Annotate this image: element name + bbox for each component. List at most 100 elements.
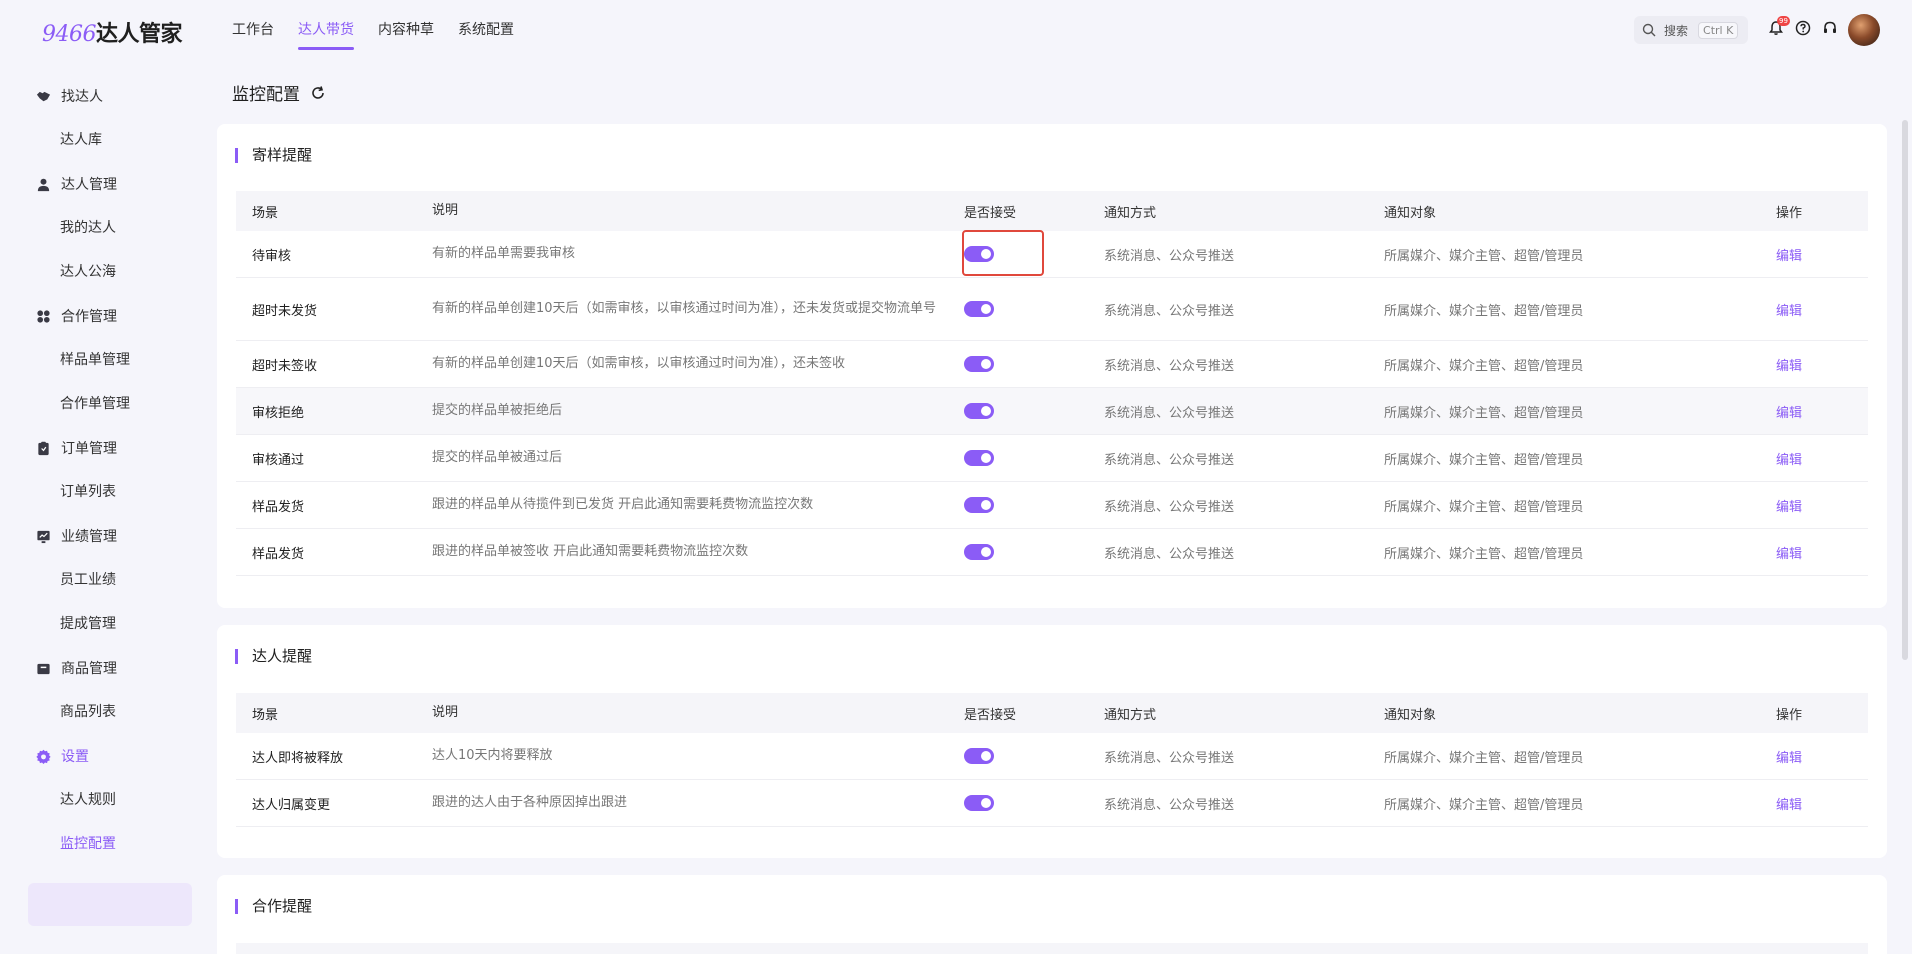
box-icon — [37, 663, 50, 674]
cell-desc: 提交的样品单被通过后 — [432, 450, 563, 465]
col-desc: 说明 — [432, 203, 459, 218]
table-header: 场景 说明 是否接受 通知方式 通知对象 操作 — [236, 693, 1868, 733]
table-row: 待审核 有新的样品单需要我审核 系统消息、公众号推送 所属媒介、媒介主管、超管/… — [236, 231, 1868, 278]
grid-icon — [37, 309, 50, 323]
cell-method: 系统消息、公众号推送 — [1104, 797, 1235, 813]
sidebar-item-staff-performance[interactable]: 员工业绩 — [60, 568, 116, 592]
cell-scene: 达人归属变更 — [252, 797, 331, 813]
sidebar-group-order-mgmt[interactable]: 订单管理 — [36, 436, 117, 460]
section-card-cooperation-reminder: 合作提醒 — [217, 875, 1887, 954]
logo[interactable]: 9466达人管家 — [42, 16, 183, 48]
search-box[interactable]: 搜索 Ctrl K — [1634, 16, 1748, 44]
cell-desc: 跟进的样品单被签收 开启此通知需要耗费物流监控次数 — [432, 544, 749, 559]
accept-toggle[interactable] — [964, 450, 994, 466]
sidebar-active-bg — [28, 883, 192, 926]
sidebar-item-influencer-pool[interactable]: 达人公海 — [60, 260, 116, 284]
logo-text: 达人管家 — [96, 22, 183, 47]
table-row: 样品发货 跟进的样品单从待揽件到已发货 开启此通知需要耗费物流监控次数 系统消息… — [236, 482, 1868, 529]
accept-toggle[interactable] — [964, 403, 994, 419]
accept-toggle[interactable] — [964, 356, 994, 372]
sidebar-group-product-mgmt[interactable]: 商品管理 — [36, 656, 117, 680]
accept-toggle[interactable] — [964, 497, 994, 513]
sidebar: 找达人 达人库 达人管理 我的达人 达人公海 合作管理 样品单管理 合作单管理 … — [0, 60, 206, 954]
edit-link[interactable]: 编辑 — [1776, 794, 1868, 813]
cell-accept — [964, 497, 1104, 513]
sidebar-item-commission-mgmt[interactable]: 提成管理 — [60, 612, 116, 636]
cell-method: 系统消息、公众号推送 — [1104, 546, 1235, 562]
edit-link[interactable]: 编辑 — [1776, 747, 1868, 766]
gear-icon — [36, 749, 51, 764]
cell-desc: 达人10天内将要释放 — [432, 748, 553, 763]
sidebar-item-my-influencers[interactable]: 我的达人 — [60, 216, 116, 240]
search-shortcut: Ctrl K — [1698, 21, 1739, 39]
col-target: 通知对象 — [1384, 205, 1437, 221]
table-header — [236, 943, 1868, 954]
nav-content-seeding[interactable]: 内容种草 — [378, 0, 434, 60]
table-row: 达人归属变更 跟进的达人由于各种原因掉出跟进 系统消息、公众号推送 所属媒介、媒… — [236, 780, 1868, 827]
logo-number: 9466 — [42, 22, 97, 47]
headset-icon[interactable] — [1822, 20, 1840, 38]
accept-toggle[interactable] — [964, 301, 994, 317]
sidebar-group-performance-mgmt[interactable]: 业绩管理 — [36, 524, 117, 548]
sidebar-item-influencer-rules[interactable]: 达人规则 — [60, 788, 116, 812]
scrollbar[interactable] — [1902, 120, 1908, 660]
sidebar-item-cooperation-orders[interactable]: 合作单管理 — [60, 392, 130, 416]
edit-link[interactable]: 编辑 — [1776, 402, 1868, 421]
edit-link[interactable]: 编辑 — [1776, 449, 1868, 468]
avatar[interactable] — [1848, 14, 1880, 46]
cell-accept — [964, 450, 1104, 466]
sidebar-group-find-influencer[interactable]: 找达人 — [36, 84, 103, 108]
cell-accept — [964, 544, 1104, 560]
nav-influencer-sales[interactable]: 达人带货 — [298, 0, 354, 60]
sidebar-group-label: 找达人 — [61, 89, 103, 105]
table-row: 审核通过 提交的样品单被通过后 系统消息、公众号推送 所属媒介、媒介主管、超管/… — [236, 435, 1868, 482]
edit-link[interactable]: 编辑 — [1776, 245, 1868, 264]
search-label: 搜索 — [1664, 23, 1689, 38]
sidebar-item-product-list[interactable]: 商品列表 — [60, 700, 116, 724]
nav-workbench[interactable]: 工作台 — [232, 0, 274, 60]
cell-target: 所属媒介、媒介主管、超管/管理员 — [1384, 452, 1584, 468]
help-icon[interactable] — [1795, 20, 1813, 38]
nav-system-config[interactable]: 系统配置 — [458, 0, 514, 60]
sidebar-group-cooperation-mgmt[interactable]: 合作管理 — [36, 304, 117, 328]
cell-scene: 达人即将被释放 — [252, 750, 344, 766]
handshake-icon — [36, 91, 51, 101]
edit-link[interactable]: 编辑 — [1776, 496, 1868, 515]
table-row: 超时未发货 有新的样品单创建10天后（如需审核，以审核通过时间为准），还未发货或… — [236, 278, 1868, 341]
cell-target: 所属媒介、媒介主管、超管/管理员 — [1384, 750, 1584, 766]
accept-toggle[interactable] — [964, 748, 994, 764]
edit-link[interactable]: 编辑 — [1776, 355, 1868, 374]
edit-link[interactable]: 编辑 — [1776, 300, 1868, 319]
edit-link[interactable]: 编辑 — [1776, 543, 1868, 562]
cell-scene: 样品发货 — [252, 546, 305, 562]
sidebar-group-settings[interactable]: 设置 — [36, 744, 89, 768]
bell-icon[interactable]: 99 — [1768, 16, 1790, 38]
refresh-icon[interactable] — [310, 85, 326, 101]
col-method: 通知方式 — [1104, 707, 1157, 723]
cell-desc: 有新的样品单需要我审核 — [432, 246, 576, 261]
cell-accept — [964, 795, 1104, 811]
cell-desc: 有新的样品单创建10天后（如需审核，以审核通过时间为准），还未签收 — [432, 356, 846, 371]
clipboard-icon — [38, 441, 49, 455]
top-nav: 工作台 达人带货 内容种草 系统配置 — [232, 0, 538, 60]
cell-desc: 跟进的样品单从待揽件到已发货 开启此通知需要耗费物流监控次数 — [432, 497, 814, 512]
notification-badge: 99 — [1777, 16, 1790, 26]
cell-scene: 超时未发货 — [252, 303, 318, 319]
section-title: 达人提醒 — [235, 649, 312, 664]
cell-target: 所属媒介、媒介主管、超管/管理员 — [1384, 358, 1584, 374]
reminder-table: 场景 说明 是否接受 通知方式 通知对象 操作 达人即将被释放 达人10天内将要… — [236, 693, 1868, 827]
cell-method: 系统消息、公众号推送 — [1104, 248, 1235, 264]
col-scene: 场景 — [252, 205, 279, 221]
sidebar-item-sample-orders[interactable]: 样品单管理 — [60, 348, 130, 372]
accept-toggle[interactable] — [964, 246, 994, 262]
sidebar-group-influencer-mgmt[interactable]: 达人管理 — [36, 172, 117, 196]
sidebar-item-monitor-config[interactable]: 监控配置 — [60, 832, 116, 856]
page-title-text: 监控配置 — [232, 85, 300, 105]
sidebar-item-influencer-library[interactable]: 达人库 — [60, 128, 102, 152]
cell-scene: 审核拒绝 — [252, 405, 305, 421]
sidebar-item-order-list[interactable]: 订单列表 — [60, 480, 116, 504]
accept-toggle[interactable] — [964, 795, 994, 811]
accept-toggle[interactable] — [964, 544, 994, 560]
search-icon — [1642, 23, 1656, 37]
section-card-influencer-reminder: 达人提醒 场景 说明 是否接受 通知方式 通知对象 操作 达人即将被释放 达人1… — [217, 625, 1887, 858]
